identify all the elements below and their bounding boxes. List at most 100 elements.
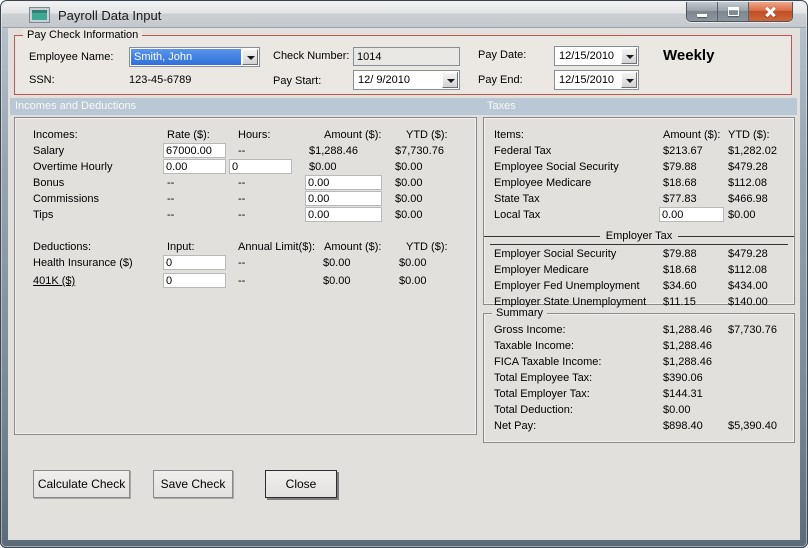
deduction-limit: --: [238, 257, 246, 269]
deduction-ytd: $0.00: [399, 257, 427, 269]
calculate-check-button[interactable]: Calculate Check: [33, 470, 130, 498]
tax-label: Federal Tax: [494, 145, 552, 157]
save-check-button[interactable]: Save Check: [153, 470, 233, 498]
income-hours: --: [238, 193, 246, 205]
payroll-window: Payroll Data Input Pay Check Information…: [0, 0, 808, 548]
summary-row-employee-tax: Total Employee Tax: $390.06: [484, 371, 794, 387]
check-number-label: Check Number:: [273, 50, 350, 62]
deduction-amount: $0.00: [323, 275, 351, 287]
deductions-title: Deductions:: [33, 241, 92, 253]
summary-label: Total Employer Tax:: [494, 388, 590, 400]
employee-name-label: Employee Name:: [29, 51, 114, 63]
window-controls: [686, 2, 793, 22]
income-label: Overtime Hourly: [33, 161, 113, 173]
employee-name-dropdown-icon[interactable]: [242, 49, 258, 65]
tax-row-state: State Tax $77.83 $466.98: [484, 192, 794, 208]
income-rate: --: [167, 177, 175, 189]
ssn-value: 123-45-6789: [129, 74, 192, 86]
tax-ytd: $112.08: [728, 177, 767, 189]
pay-end-datepicker[interactable]: 12/15/2010: [554, 70, 639, 90]
close-window-button[interactable]: [749, 2, 792, 21]
pay-date-datepicker[interactable]: 12/15/2010: [554, 46, 639, 66]
tax-amount: $77.83: [663, 193, 697, 205]
summary-row-employer-tax: Total Employer Tax: $144.31: [484, 387, 794, 403]
401k-input[interactable]: [163, 273, 226, 288]
taxes-group: Items: Amount ($): YTD ($): Federal Tax …: [483, 117, 795, 308]
summary-row-fica: FICA Taxable Income: $1,288.46: [484, 355, 794, 371]
summary-row-gross: Gross Income: $1,288.46 $7,730.76: [484, 323, 794, 339]
summary-amount: $0.00: [663, 404, 691, 416]
income-rate: --: [167, 209, 175, 221]
tax-amount: $18.68: [663, 264, 697, 276]
overtime-rate-input[interactable]: [163, 159, 226, 174]
tax-label: Employer Fed Unemployment: [494, 280, 640, 292]
salary-rate-input[interactable]: [163, 143, 226, 158]
summary-title: Summary: [492, 307, 548, 319]
deduction-limit: --: [238, 275, 246, 287]
window-title: Payroll Data Input: [58, 8, 162, 23]
local-tax-input[interactable]: [659, 207, 724, 222]
pay-start-value: 12/ 9/2010: [358, 74, 410, 86]
paycheck-info-group: Pay Check Information Employee Name: Smi…: [14, 29, 792, 95]
summary-ytd: $7,730.76: [728, 324, 777, 336]
income-ytd: $0.00: [395, 161, 423, 173]
pay-end-dropdown-icon[interactable]: [621, 72, 637, 88]
income-label: Commissions: [33, 193, 100, 205]
annual-limit-column-header: Annual Limit($):: [238, 241, 316, 253]
rate-column-header: Rate ($):: [167, 129, 210, 141]
summary-amount: $390.06: [663, 372, 703, 384]
taxes-header-row: Items: Amount ($): YTD ($):: [484, 128, 794, 144]
tax-label: Employee Medicare: [494, 177, 592, 189]
pay-start-datepicker[interactable]: 12/ 9/2010: [353, 70, 460, 90]
employee-name-combobox[interactable]: Smith, John: [129, 47, 260, 67]
close-button[interactable]: Close: [265, 470, 337, 498]
tax-ytd: $140.00: [728, 296, 768, 308]
deductions-header-row: Deductions: Input: Annual Limit($): Amou…: [15, 240, 476, 256]
tax-row-employer-medicare: Employer Medicare $18.68 $112.08: [484, 263, 794, 279]
summary-amount: $898.40: [663, 420, 703, 432]
maximize-button[interactable]: [718, 2, 749, 21]
bonus-amount-input[interactable]: [305, 175, 382, 190]
income-label: Salary: [33, 145, 65, 157]
incomes-deductions-group: Incomes: Rate ($): Hours: Amount ($): YT…: [14, 117, 477, 435]
minimize-button[interactable]: [687, 2, 718, 21]
income-ytd: $0.00: [395, 193, 423, 205]
pay-end-label: Pay End:: [478, 74, 523, 86]
tax-amount: $79.88: [663, 161, 697, 173]
app-icon: [30, 8, 49, 22]
check-number-input[interactable]: [353, 47, 460, 66]
income-rate: --: [167, 193, 175, 205]
tax-ytd: $0.00: [728, 209, 756, 221]
summary-amount: $144.31: [663, 388, 703, 400]
employee-name-selected: Smith, John: [131, 49, 241, 65]
deduction-401k-link[interactable]: 401K ($): [33, 275, 75, 287]
tax-row-employee-medicare: Employee Medicare $18.68 $112.08: [484, 176, 794, 192]
tips-amount-input[interactable]: [305, 207, 382, 222]
dialog-client-area: Pay Check Information Employee Name: Smi…: [8, 28, 800, 540]
input-column-header: Input:: [167, 241, 195, 253]
health-insurance-input[interactable]: [163, 255, 226, 270]
amount-column-header: Amount ($):: [324, 241, 382, 253]
income-ytd: $0.00: [395, 177, 423, 189]
summary-row-taxable: Taxable Income: $1,288.46: [484, 339, 794, 355]
overtime-hours-input[interactable]: [229, 159, 292, 174]
tax-amount: $18.68: [663, 177, 697, 189]
incomes-header-row: Incomes: Rate ($): Hours: Amount ($): YT…: [15, 128, 476, 144]
maximize-icon: [728, 7, 739, 16]
taxes-header: Taxes: [487, 100, 516, 112]
tax-row-employer-fed-unemployment: Employer Fed Unemployment $34.60 $434.00: [484, 279, 794, 295]
income-amount: $1,288.46: [309, 145, 358, 157]
deduction-amount: $0.00: [323, 257, 351, 269]
minimize-icon: [697, 14, 707, 17]
income-ytd: $7,730.76: [395, 145, 444, 157]
title-bar[interactable]: Payroll Data Input: [2, 2, 806, 28]
pay-start-label: Pay Start:: [273, 75, 322, 87]
summary-label: Net Pay:: [494, 420, 537, 432]
incomes-title: Incomes:: [33, 129, 78, 141]
pay-start-dropdown-icon[interactable]: [442, 72, 458, 88]
amount-column-header: Amount ($):: [663, 129, 721, 141]
income-hours: --: [238, 209, 246, 221]
income-label: Tips: [33, 209, 54, 221]
pay-date-dropdown-icon[interactable]: [621, 48, 637, 64]
commissions-amount-input[interactable]: [305, 191, 382, 206]
